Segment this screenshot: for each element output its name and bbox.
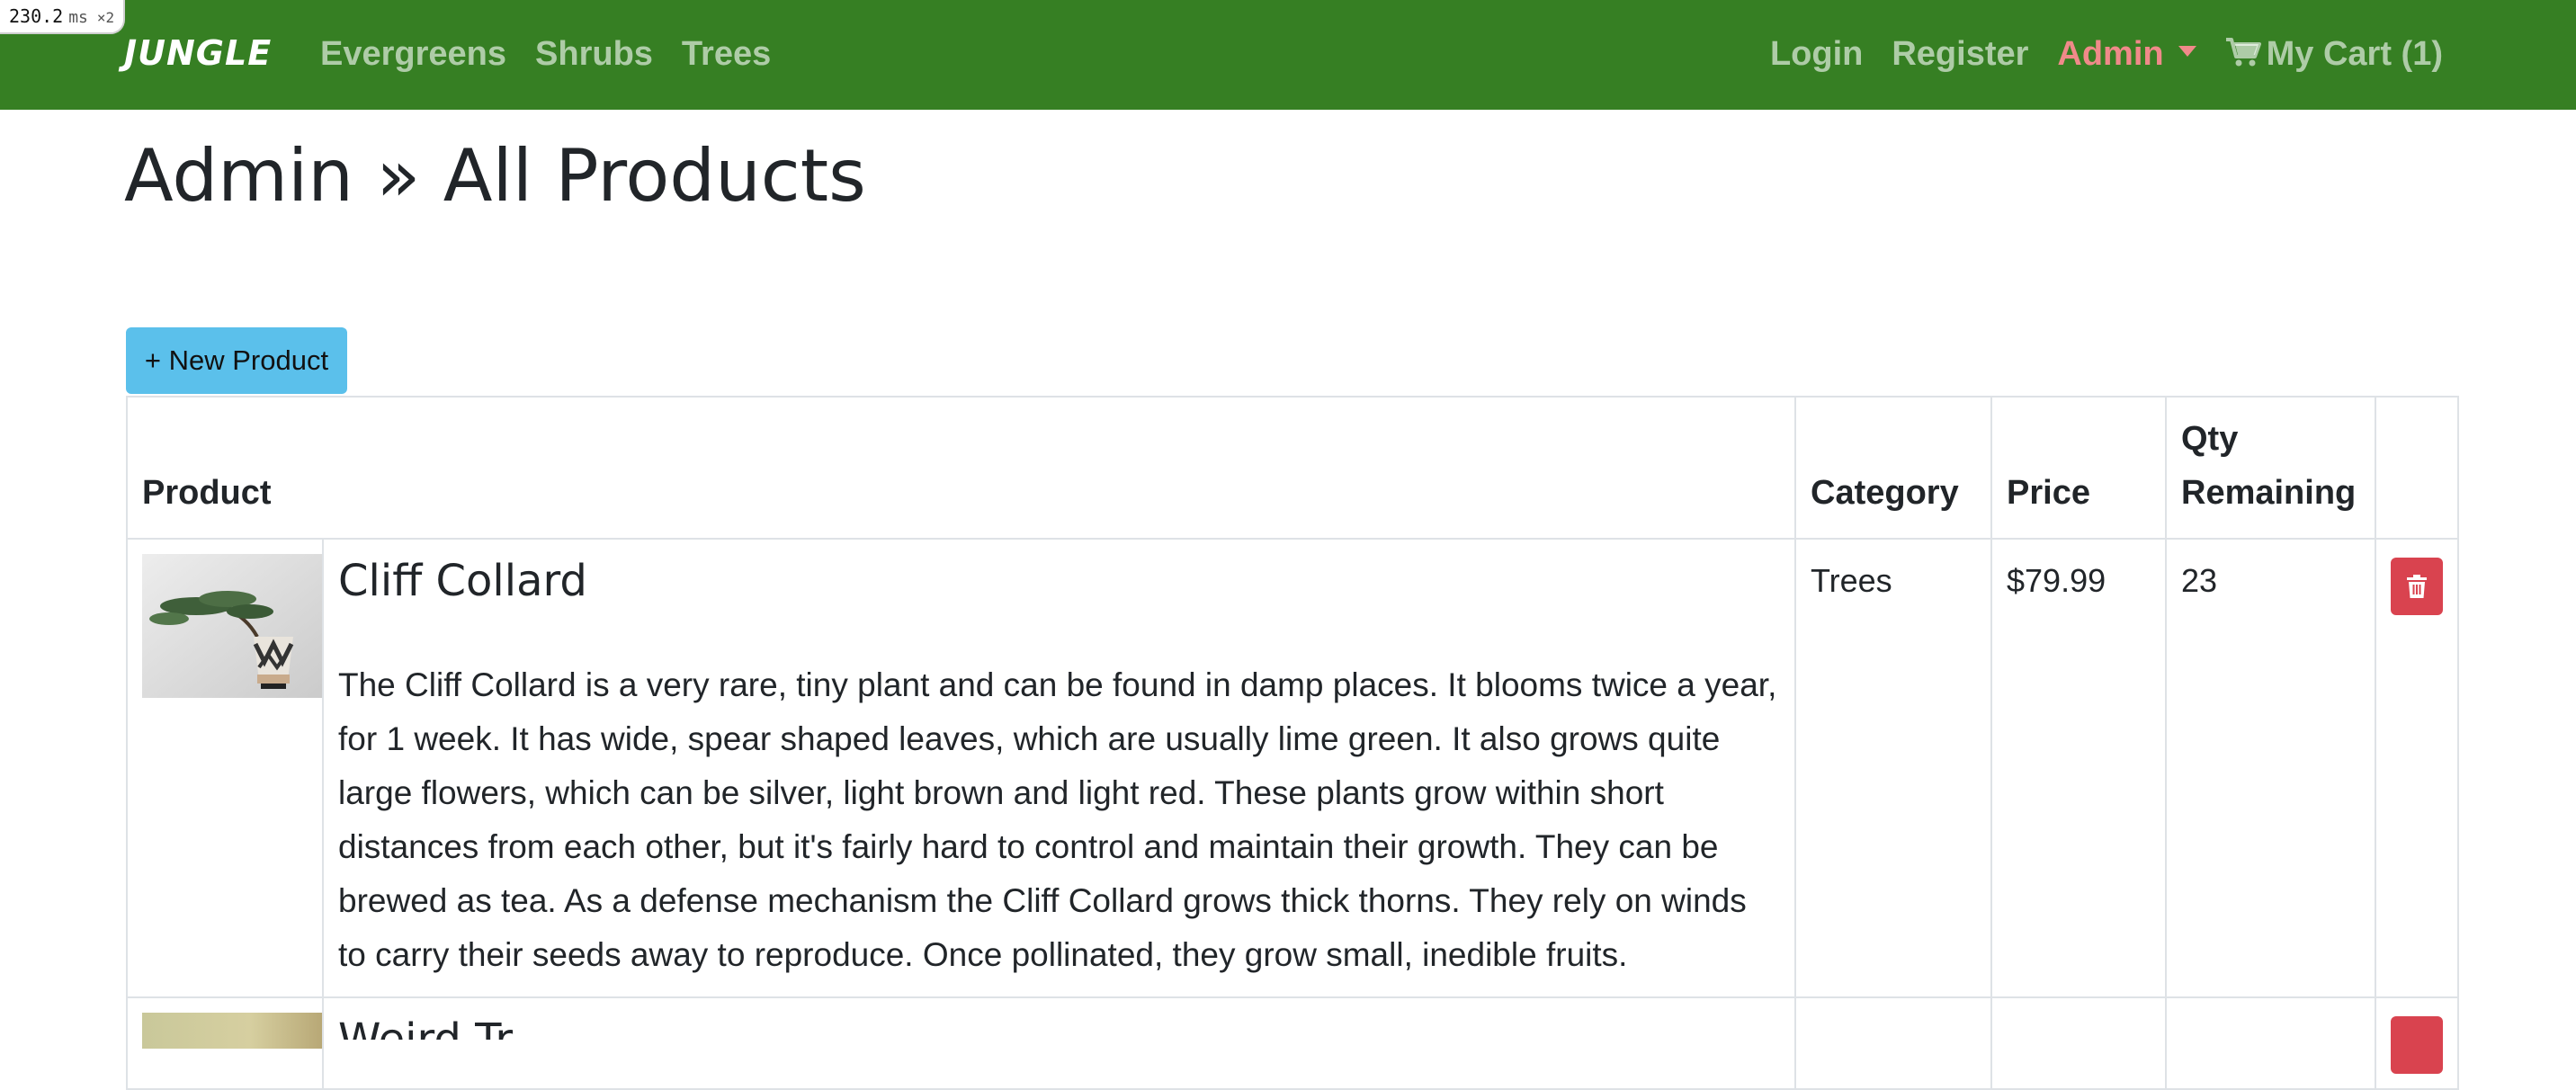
trash-icon bbox=[2407, 575, 2427, 598]
new-product-button[interactable]: + New Product bbox=[126, 327, 347, 394]
perf-unit: ms bbox=[68, 8, 88, 27]
product-category bbox=[1794, 996, 1992, 1090]
table-row: Cliff Collard The Cliff Collard is a ver… bbox=[126, 538, 2459, 998]
product-actions-cell bbox=[2375, 538, 2459, 998]
delete-product-button[interactable] bbox=[2391, 558, 2443, 615]
product-image-cell bbox=[126, 996, 324, 1090]
header-product: Product bbox=[126, 396, 1796, 540]
header-actions bbox=[2375, 396, 2459, 540]
delete-product-button[interactable] bbox=[2391, 1016, 2443, 1074]
product-price bbox=[1990, 996, 2167, 1090]
product-category: Trees bbox=[1794, 538, 1992, 998]
perf-time: 230.2 bbox=[9, 5, 64, 27]
product-price: $79.99 bbox=[1990, 538, 2167, 998]
nav-link-register[interactable]: Register bbox=[1892, 35, 2028, 74]
nav-link-shrubs[interactable]: Shrubs bbox=[535, 35, 653, 74]
table-header-row: Product Category Price Qty Remaining bbox=[126, 396, 2459, 540]
product-info-cell: Cliff Collard The Cliff Collard is a ver… bbox=[322, 538, 1796, 998]
nav-link-trees[interactable]: Trees bbox=[682, 35, 771, 74]
nav-link-cart[interactable]: My Cart (1) bbox=[2225, 35, 2443, 74]
header-price: Price bbox=[1990, 396, 2167, 540]
top-navbar: JUNGLE Evergreens Shrubs Trees Login Reg… bbox=[0, 0, 2576, 110]
nav-link-evergreens[interactable]: Evergreens bbox=[320, 35, 506, 74]
cart-label: My Cart (1) bbox=[2266, 34, 2443, 73]
caret-down-icon bbox=[2178, 46, 2196, 58]
product-info-cell: Weird Tr... bbox=[322, 996, 1796, 1090]
table-row: Weird Tr... bbox=[126, 996, 2459, 1090]
header-qty-remaining: Qty Remaining bbox=[2165, 396, 2376, 540]
nav-link-login[interactable]: Login bbox=[1770, 35, 1863, 74]
product-name[interactable]: Weird Tr... bbox=[338, 1013, 1780, 1040]
cart-icon bbox=[2225, 38, 2261, 67]
admin-dropdown[interactable]: Admin bbox=[2057, 35, 2196, 74]
perf-overlay: 230.2 ms ×2 bbox=[0, 0, 126, 34]
product-description: The Cliff Collard is a very rare, tiny p… bbox=[338, 666, 1777, 973]
admin-dropdown-label: Admin bbox=[2057, 34, 2164, 73]
category-nav: Evergreens Shrubs Trees bbox=[320, 31, 800, 77]
product-qty bbox=[2165, 996, 2376, 1090]
account-nav: Login Register Admin My Cart (1) bbox=[1741, 31, 2443, 77]
product-name[interactable]: Cliff Collard bbox=[338, 554, 1780, 608]
brand-logo[interactable]: JUNGLE bbox=[124, 31, 272, 76]
product-qty: 23 bbox=[2165, 538, 2376, 998]
page-title: Admin » All Products bbox=[124, 134, 866, 218]
perf-multiplier: ×2 bbox=[96, 9, 115, 26]
product-actions-cell bbox=[2375, 996, 2459, 1090]
product-image-cell bbox=[126, 538, 324, 998]
product-thumbnail bbox=[142, 1013, 322, 1049]
product-thumbnail bbox=[142, 554, 322, 698]
header-category: Category bbox=[1794, 396, 1992, 540]
products-table: Product Category Price Qty Remaining Cli… bbox=[126, 396, 2459, 1090]
